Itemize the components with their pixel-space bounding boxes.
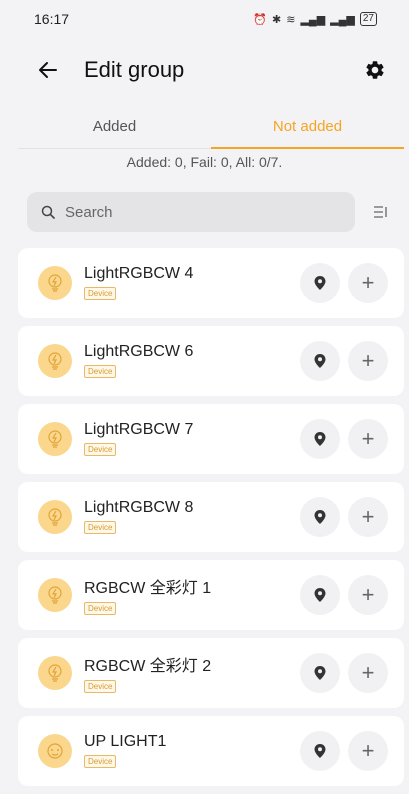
- device-badge: Device: [84, 521, 117, 534]
- wifi-icon: ≋: [286, 13, 296, 26]
- status-icons: ⏰ ✱ ≋ ▂▄▆ ▂▄▆ 27: [253, 12, 377, 26]
- location-pin-icon: [314, 432, 326, 446]
- locate-button[interactable]: [300, 575, 340, 615]
- device-badge: Device: [84, 680, 117, 693]
- add-device-button[interactable]: +: [348, 497, 388, 537]
- list-item[interactable]: LightRGBCW 8 Device +: [18, 482, 404, 552]
- bulb-icon: [38, 422, 72, 456]
- app-header: Edit group: [0, 46, 409, 94]
- status-time: 16:17: [34, 11, 70, 27]
- device-name: LightRGBCW 6: [84, 343, 194, 360]
- locate-button[interactable]: [300, 341, 340, 381]
- settings-button[interactable]: [363, 58, 387, 82]
- ceiling-light-icon: [38, 734, 72, 768]
- device-name: UP LIGHT1: [84, 733, 167, 750]
- list-item[interactable]: LightRGBCW 7 Device +: [18, 404, 404, 474]
- page-title: Edit group: [84, 57, 185, 82]
- bulb-icon: [38, 266, 72, 300]
- list-item[interactable]: RGBCW 全彩灯 1 Device +: [18, 560, 404, 630]
- search-icon: [41, 205, 55, 219]
- bulb-icon: [38, 344, 72, 378]
- search-box[interactable]: [27, 192, 355, 232]
- add-device-button[interactable]: +: [348, 263, 388, 303]
- tab-added[interactable]: Added: [18, 104, 211, 148]
- plus-icon: +: [361, 348, 375, 373]
- device-badge: Device: [84, 602, 117, 615]
- locate-button[interactable]: [300, 419, 340, 459]
- list-item[interactable]: LightRGBCW 6 Device +: [18, 326, 404, 396]
- location-pin-icon: [314, 588, 326, 602]
- bulb-icon: [38, 500, 72, 534]
- list-item[interactable]: UP LIGHT1 Device +: [18, 716, 404, 786]
- plus-icon: +: [361, 426, 375, 451]
- back-arrow-icon: [39, 62, 57, 78]
- device-badge: Device: [84, 443, 117, 456]
- gear-icon: [366, 61, 384, 79]
- location-pin-icon: [314, 276, 326, 290]
- bulb-icon: [38, 578, 72, 612]
- filter-list-icon: [374, 206, 387, 218]
- plus-icon: +: [361, 504, 375, 529]
- list-item[interactable]: RGBCW 全彩灯 2 Device +: [18, 638, 404, 708]
- status-bar: 16:17 ⏰ ✱ ≋ ▂▄▆ ▂▄▆ 27: [0, 0, 409, 38]
- device-badge: Device: [84, 365, 117, 378]
- plus-icon: +: [361, 660, 375, 685]
- add-device-button[interactable]: +: [348, 653, 388, 693]
- battery-icon: 27: [359, 12, 377, 26]
- location-pin-icon: [314, 354, 326, 368]
- locate-button[interactable]: [300, 497, 340, 537]
- add-device-button[interactable]: +: [348, 419, 388, 459]
- filter-button[interactable]: [371, 202, 391, 222]
- signal-icon: ▂▄▆: [300, 13, 326, 26]
- locate-button[interactable]: [300, 263, 340, 303]
- device-name: RGBCW 全彩灯 2: [84, 658, 212, 675]
- device-list: LightRGBCW 4 Device + LightRGBCW 6 Devic…: [18, 248, 404, 794]
- plus-icon: +: [361, 582, 375, 607]
- device-badge: Device: [84, 287, 117, 300]
- device-name: LightRGBCW 8: [84, 499, 194, 516]
- plus-icon: +: [361, 270, 375, 295]
- location-pin-icon: [314, 744, 326, 758]
- search-input[interactable]: [63, 202, 327, 222]
- device-name: LightRGBCW 7: [84, 421, 194, 438]
- location-pin-icon: [314, 666, 326, 680]
- alarm-icon: ⏰: [253, 13, 267, 26]
- plus-icon: +: [361, 738, 375, 763]
- back-button[interactable]: [36, 58, 60, 82]
- bluetooth-icon: ✱: [272, 13, 282, 26]
- device-name: RGBCW 全彩灯 1: [84, 580, 212, 597]
- add-device-button[interactable]: +: [348, 731, 388, 771]
- locate-button[interactable]: [300, 653, 340, 693]
- tab-not-added[interactable]: Not added: [211, 104, 404, 149]
- add-device-button[interactable]: +: [348, 341, 388, 381]
- device-name: LightRGBCW 4: [84, 265, 194, 282]
- list-item[interactable]: LightRGBCW 4 Device +: [18, 248, 404, 318]
- location-pin-icon: [314, 510, 326, 524]
- add-summary: Added: 0, Fail: 0, All: 0/7.: [126, 154, 283, 170]
- search-row: [27, 192, 397, 232]
- tab-bar: Added Not added: [18, 104, 404, 149]
- locate-button[interactable]: [300, 731, 340, 771]
- device-badge: Device: [84, 755, 117, 768]
- signal-icon: ▂▄▆: [330, 13, 355, 26]
- bulb-icon: [38, 656, 72, 690]
- add-device-button[interactable]: +: [348, 575, 388, 615]
